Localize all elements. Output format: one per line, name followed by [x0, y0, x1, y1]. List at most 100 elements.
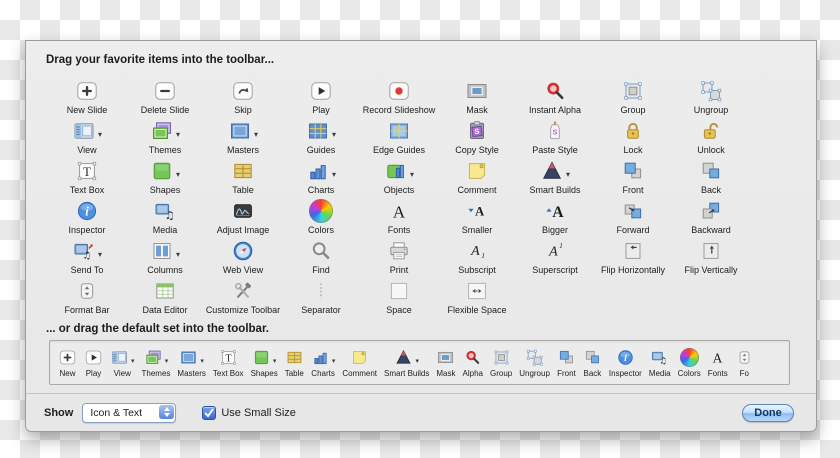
- palette-item-record-slideshow[interactable]: Record Slideshow: [360, 77, 438, 117]
- objects-icon: [384, 159, 408, 183]
- default-set-item-masters[interactable]: ▾ Masters: [177, 347, 206, 378]
- palette-item-mask[interactable]: Mask: [438, 77, 516, 117]
- palette-item-instant-alpha[interactable]: Instant Alpha: [516, 77, 594, 117]
- palette-item-web-view[interactable]: Web View: [204, 237, 282, 277]
- palette-item-guides[interactable]: ▾ Guides: [282, 117, 360, 157]
- palette-item-forward[interactable]: Forward: [594, 197, 672, 237]
- done-button[interactable]: Done: [742, 403, 794, 422]
- palette-item-skip[interactable]: Skip: [204, 77, 282, 117]
- palette-item-back[interactable]: Back: [672, 157, 750, 197]
- default-set-item-group[interactable]: Group: [490, 347, 512, 378]
- palette-item-inspector[interactable]: i Inspector: [48, 197, 126, 237]
- palette-item-paste-style[interactable]: S Paste Style: [516, 117, 594, 157]
- svg-text:A: A: [552, 204, 564, 221]
- palette-item-group[interactable]: Group: [594, 77, 672, 117]
- palette-item-text-box[interactable]: T Text Box: [48, 157, 126, 197]
- default-set-item-smart-builds[interactable]: ▾ Smart Builds: [384, 347, 429, 378]
- palette-item-backward[interactable]: Backward: [672, 197, 750, 237]
- item-label: Table: [284, 369, 304, 378]
- default-set-item-shapes[interactable]: ▾ Shapes: [251, 347, 278, 378]
- palette-item-media[interactable]: ♫ Media: [126, 197, 204, 237]
- dropdown-arrow-icon: ▾: [415, 356, 419, 365]
- palette-item-adjust-image[interactable]: Adjust Image: [204, 197, 282, 237]
- palette-item-format-bar[interactable]: Format Bar: [48, 277, 126, 317]
- default-set-item-themes[interactable]: ▾ Themes: [142, 347, 170, 378]
- palette-item-new-slide[interactable]: New Slide: [48, 77, 126, 117]
- palette-item-customize-toolbar[interactable]: Customize Toolbar: [204, 277, 282, 317]
- item-label: Bigger: [541, 225, 568, 235]
- palette-item-shapes[interactable]: ▾ Shapes: [126, 157, 204, 197]
- media-icon: ♫: [153, 199, 177, 223]
- item-label: Fonts: [387, 225, 411, 235]
- default-set-item-new[interactable]: New: [58, 347, 77, 378]
- show-mode-select[interactable]: Icon & Text: [82, 402, 177, 423]
- dropdown-arrow-icon: ▾: [131, 356, 135, 365]
- palette-item-space[interactable]: Space: [360, 277, 438, 317]
- back-icon: [699, 159, 723, 183]
- palette-item-colors[interactable]: Colors: [282, 197, 360, 237]
- default-set-item-fo[interactable]: Fo: [735, 347, 754, 378]
- palette-item-bigger[interactable]: A Bigger: [516, 197, 594, 237]
- palette-item-unlock[interactable]: Unlock: [672, 117, 750, 157]
- palette-item-fonts[interactable]: A Fonts: [360, 197, 438, 237]
- comment-icon: [465, 159, 489, 183]
- palette-item-masters[interactable]: ▾ Masters: [204, 117, 282, 157]
- item-label: Forward: [616, 225, 650, 235]
- palette-item-separator[interactable]: Separator: [282, 277, 360, 317]
- palette-item-flexible-space[interactable]: Flexible Space: [438, 277, 516, 317]
- view-icon: [72, 119, 96, 143]
- palette-item-play[interactable]: Play: [282, 77, 360, 117]
- palette-item-comment[interactable]: Comment: [438, 157, 516, 197]
- default-set-item-media[interactable]: ♫ Media: [649, 347, 671, 378]
- item-label: Media: [152, 225, 178, 235]
- record-slideshow-icon: [387, 79, 411, 103]
- default-set-item-back[interactable]: Back: [583, 347, 602, 378]
- default-set-item-colors[interactable]: Colors: [678, 347, 701, 378]
- subscript-icon: A1: [465, 239, 489, 263]
- item-label: Instant Alpha: [528, 105, 582, 115]
- palette-item-ungroup[interactable]: Ungroup: [672, 77, 750, 117]
- palette-item-copy-style[interactable]: S Copy Style: [438, 117, 516, 157]
- palette-item-flip-vertically[interactable]: Flip Vertically: [672, 237, 750, 277]
- default-set-item-play[interactable]: Play: [84, 347, 103, 378]
- default-set-item-inspector[interactable]: i Inspector: [609, 347, 642, 378]
- item-icon-row: [84, 347, 103, 368]
- palette-item-view[interactable]: ▾ View: [48, 117, 126, 157]
- default-set-item-table[interactable]: Table: [285, 347, 304, 378]
- palette-item-smaller[interactable]: A Smaller: [438, 197, 516, 237]
- item-icon-row: [621, 158, 645, 184]
- palette-item-themes[interactable]: ▾ Themes: [126, 117, 204, 157]
- palette-grid: New Slide Delete Slide Skip Play Record Slid…: [48, 77, 750, 317]
- palette-item-print[interactable]: Print: [360, 237, 438, 277]
- item-icon-row: [492, 347, 511, 368]
- default-set-item-ungroup[interactable]: Ungroup: [519, 347, 550, 378]
- palette-item-data-editor[interactable]: Data Editor: [126, 277, 204, 317]
- palette-item-charts[interactable]: ▾ Charts: [282, 157, 360, 197]
- palette-item-lock[interactable]: Lock: [594, 117, 672, 157]
- palette-item-flip-horizontally[interactable]: Flip Horizontally: [594, 237, 672, 277]
- palette-item-edge-guides[interactable]: Edge Guides: [360, 117, 438, 157]
- palette-item-send-to[interactable]: ♫ ▾ Send To: [48, 237, 126, 277]
- default-set-item-mask[interactable]: Mask: [436, 347, 456, 378]
- default-set-item-charts[interactable]: ▾ Charts: [311, 347, 335, 378]
- palette-item-find[interactable]: Find: [282, 237, 360, 277]
- palette-item-smart-builds[interactable]: ▾ Smart Builds: [516, 157, 594, 197]
- svg-text:T: T: [83, 164, 91, 179]
- default-set-item-fonts[interactable]: A Fonts: [708, 347, 728, 378]
- forward-icon: [621, 199, 645, 223]
- use-small-size-checkbox[interactable]: [202, 405, 217, 420]
- default-set-item-front[interactable]: Front: [557, 347, 576, 378]
- default-set-item-alpha[interactable]: Alpha: [463, 347, 483, 378]
- default-set-item-text-box[interactable]: T Text Box: [213, 347, 244, 378]
- palette-item-superscript[interactable]: A 1 Superscript: [516, 237, 594, 277]
- item-label: Flip Vertically: [684, 265, 738, 275]
- default-set-item-comment[interactable]: Comment: [342, 347, 377, 378]
- palette-item-subscript[interactable]: A 1 Subscript: [438, 237, 516, 277]
- palette-item-front[interactable]: Front: [594, 157, 672, 197]
- default-set-item-view[interactable]: ▾ View: [110, 347, 135, 378]
- palette-item-table[interactable]: Table: [204, 157, 282, 197]
- palette-item-columns[interactable]: ▾ Columns: [126, 237, 204, 277]
- item-label: Play: [312, 105, 330, 115]
- palette-item-delete-slide[interactable]: Delete Slide: [126, 77, 204, 117]
- palette-item-objects[interactable]: ▾ Objects: [360, 157, 438, 197]
